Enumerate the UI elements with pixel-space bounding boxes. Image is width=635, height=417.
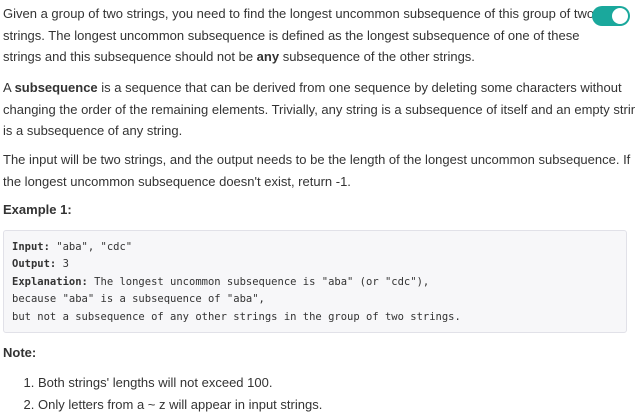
explanation-value: The longest uncommon subsequence is "aba… <box>87 275 430 288</box>
toggle-switch-icon[interactable] <box>592 6 630 26</box>
definition-line: is a subsequence of any string. <box>3 123 183 138</box>
definition-paragraph: A subsequence is a sequence that can be … <box>3 77 635 142</box>
io-line: The input will be two strings, and the o… <box>3 152 631 167</box>
example-explanation-line: but not a subsequence of any other strin… <box>12 310 461 323</box>
intro-text: subsequence of the other strings. <box>279 49 475 64</box>
input-value: "aba", "cdc" <box>49 241 133 253</box>
intro-paragraph: Given a group of two strings, you need t… <box>3 3 595 68</box>
emphasis-any: any <box>256 49 280 64</box>
note-item: Both strings' lengths will not exceed 10… <box>38 372 628 394</box>
emphasis-subsequence: subsequence <box>14 80 98 95</box>
toggle-knob <box>612 8 628 24</box>
example-heading: Example 1: <box>3 202 72 217</box>
intro-line: strings and this subsequence should not … <box>3 46 578 68</box>
note-list: Both strings' lengths will not exceed 10… <box>0 372 628 415</box>
definition-line: A subsequence is a sequence that can be … <box>3 77 628 99</box>
definition-line: changing the order of the remaining elem… <box>3 101 635 117</box>
definition-text: is a sequence that can be derived from o… <box>97 80 622 95</box>
example-code-block: Input: "aba", "cdc" Output: 3 Explanatio… <box>3 230 627 333</box>
intro-line: strings. The longest uncommon subsequenc… <box>3 27 580 43</box>
output-label: Output: <box>12 258 57 271</box>
io-line: the longest uncommon subsequence doesn't… <box>3 173 351 189</box>
output-value: 3 <box>56 258 69 271</box>
note-heading: Note: <box>3 345 37 360</box>
example-input-line: Input: "aba", "cdc" <box>12 239 618 256</box>
input-label: Input: <box>12 241 50 253</box>
example-explanation-line: because "aba" is a subsequence of "aba", <box>12 293 265 306</box>
problem-description-page: Given a group of two strings, you need t… <box>0 0 635 417</box>
example-explanation-line: Explanation: The longest uncommon subseq… <box>12 274 618 291</box>
example-output-line: Output: 3 <box>12 256 618 273</box>
intro-line: Given a group of two strings, you need t… <box>3 6 595 21</box>
note-item: Only letters from a ~ z will appear in i… <box>38 394 628 416</box>
definition-text: A <box>3 80 15 95</box>
intro-text: strings and this subsequence should not … <box>3 49 257 64</box>
explanation-label: Explanation: <box>12 275 88 288</box>
io-paragraph: The input will be two strings, and the o… <box>3 149 631 192</box>
